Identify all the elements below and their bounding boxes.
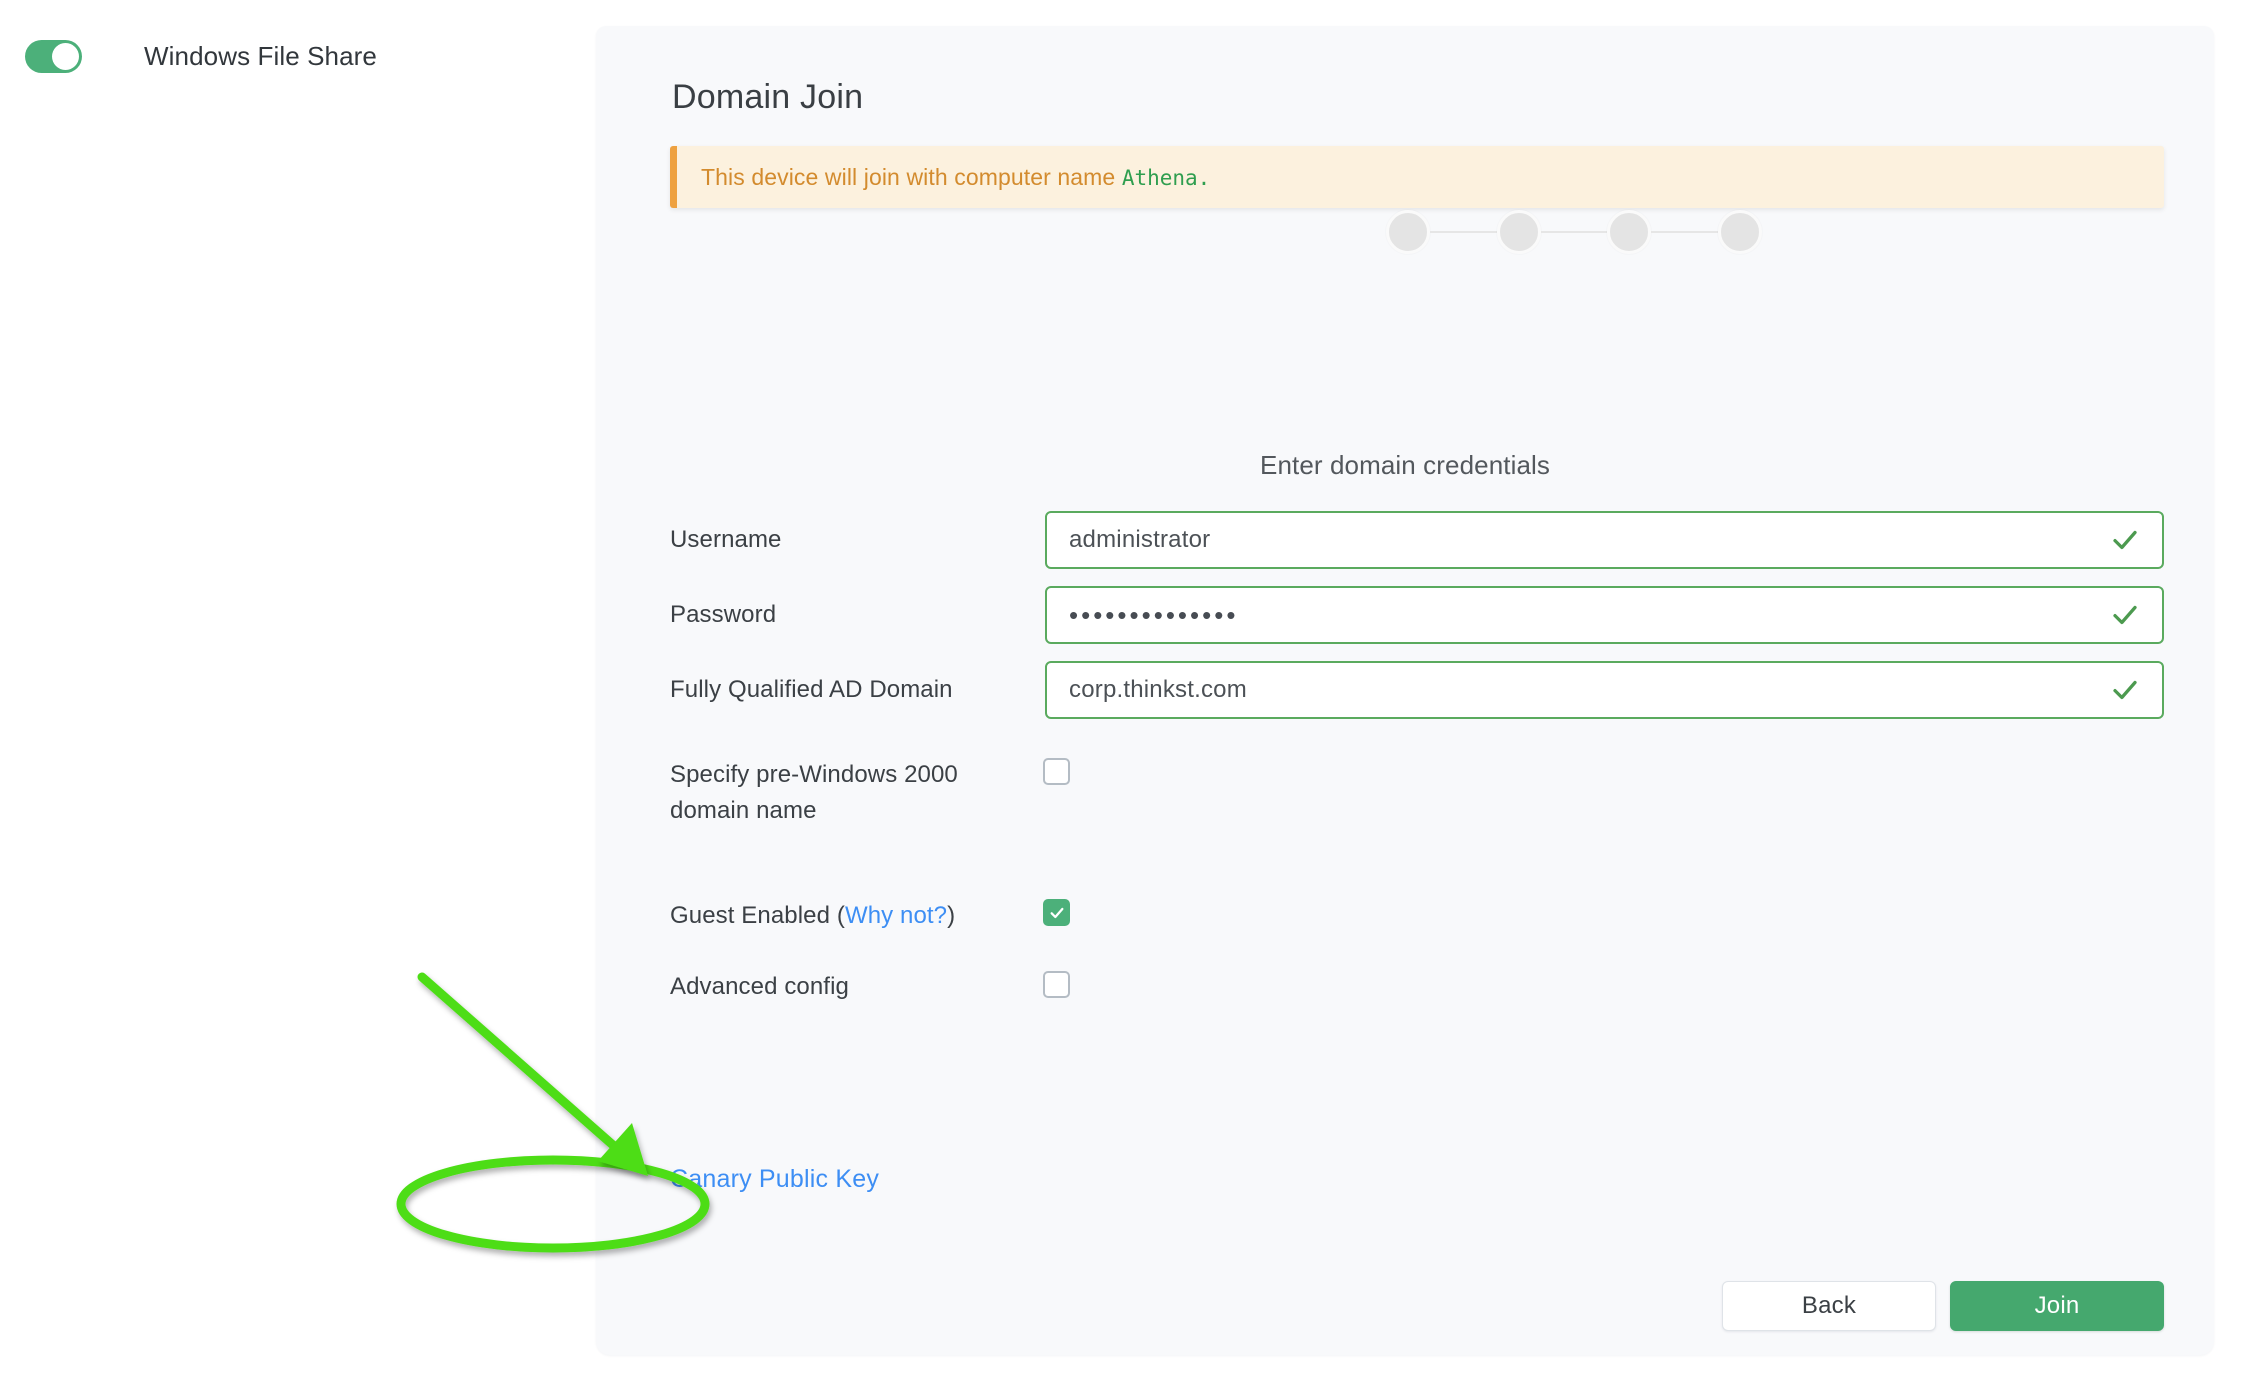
page-title: Domain Join bbox=[672, 78, 864, 116]
ad-domain-input[interactable]: corp.thinkst.com bbox=[1045, 661, 2164, 719]
password-label: Password bbox=[670, 601, 777, 628]
why-not-link[interactable]: Why not? bbox=[845, 902, 947, 929]
valid-check-icon bbox=[2113, 605, 2137, 625]
checkbox-tick-icon bbox=[1050, 907, 1063, 918]
username-label: Username bbox=[670, 526, 782, 553]
ad-domain-label: Fully Qualified AD Domain bbox=[670, 676, 953, 703]
username-input[interactable]: administrator bbox=[1045, 511, 2164, 569]
advanced-config-checkbox[interactable] bbox=[1043, 971, 1070, 998]
step-dot-3[interactable] bbox=[1607, 210, 1652, 254]
guest-enabled-label: Guest Enabled (Why not?) bbox=[670, 898, 1000, 934]
password-input[interactable]: •••••••••••••• bbox=[1045, 586, 2164, 644]
service-toggle-row: Windows File Share bbox=[25, 40, 377, 73]
banner-message: This device will join with computer name… bbox=[677, 164, 1210, 191]
section-heading: Enter domain credentials bbox=[1260, 450, 1550, 480]
banner-hostname: Athena. bbox=[1121, 165, 1211, 190]
canary-public-key-link[interactable]: Canary Public Key bbox=[670, 1165, 879, 1194]
step-dot-2[interactable] bbox=[1496, 210, 1541, 254]
step-connector-3 bbox=[1651, 231, 1719, 233]
password-value: •••••••••••••• bbox=[1069, 599, 1239, 630]
footer-actions: Back Join bbox=[1070, 1281, 2164, 1331]
step-connector-2 bbox=[1540, 231, 1608, 233]
guest-enabled-label-suffix: ) bbox=[947, 902, 956, 929]
banner-message-text: This device will join with computer name bbox=[701, 163, 1122, 190]
join-button[interactable]: Join bbox=[1950, 1281, 2164, 1331]
advanced-config-label: Advanced config bbox=[670, 973, 849, 1000]
step-dot-4[interactable] bbox=[1718, 210, 1763, 254]
wizard-step-indicator bbox=[1386, 206, 1763, 258]
domain-join-card: Domain Join This device will join with c… bbox=[596, 26, 2214, 1355]
username-value: administrator bbox=[1069, 526, 1211, 553]
step-dot-1[interactable] bbox=[1386, 210, 1430, 254]
back-button[interactable]: Back bbox=[1722, 1281, 1936, 1331]
guest-enabled-label-text: Guest Enabled ( bbox=[670, 902, 845, 929]
computer-name-banner: This device will join with computer name… bbox=[670, 146, 2164, 208]
valid-check-icon bbox=[2113, 530, 2137, 550]
valid-check-icon bbox=[2113, 680, 2137, 700]
prewin2000-label: Specify pre-Windows 2000 domain name bbox=[670, 761, 958, 824]
left-rail: Windows File Share bbox=[0, 0, 596, 1378]
prewin2000-checkbox[interactable] bbox=[1043, 758, 1070, 785]
toggle-knob bbox=[52, 43, 79, 70]
service-title: Windows File Share bbox=[144, 41, 377, 71]
step-connector-1 bbox=[1430, 231, 1497, 233]
guest-enabled-checkbox[interactable] bbox=[1043, 899, 1070, 926]
windows-file-share-toggle[interactable] bbox=[25, 40, 82, 73]
ad-domain-value: corp.thinkst.com bbox=[1069, 676, 1247, 703]
